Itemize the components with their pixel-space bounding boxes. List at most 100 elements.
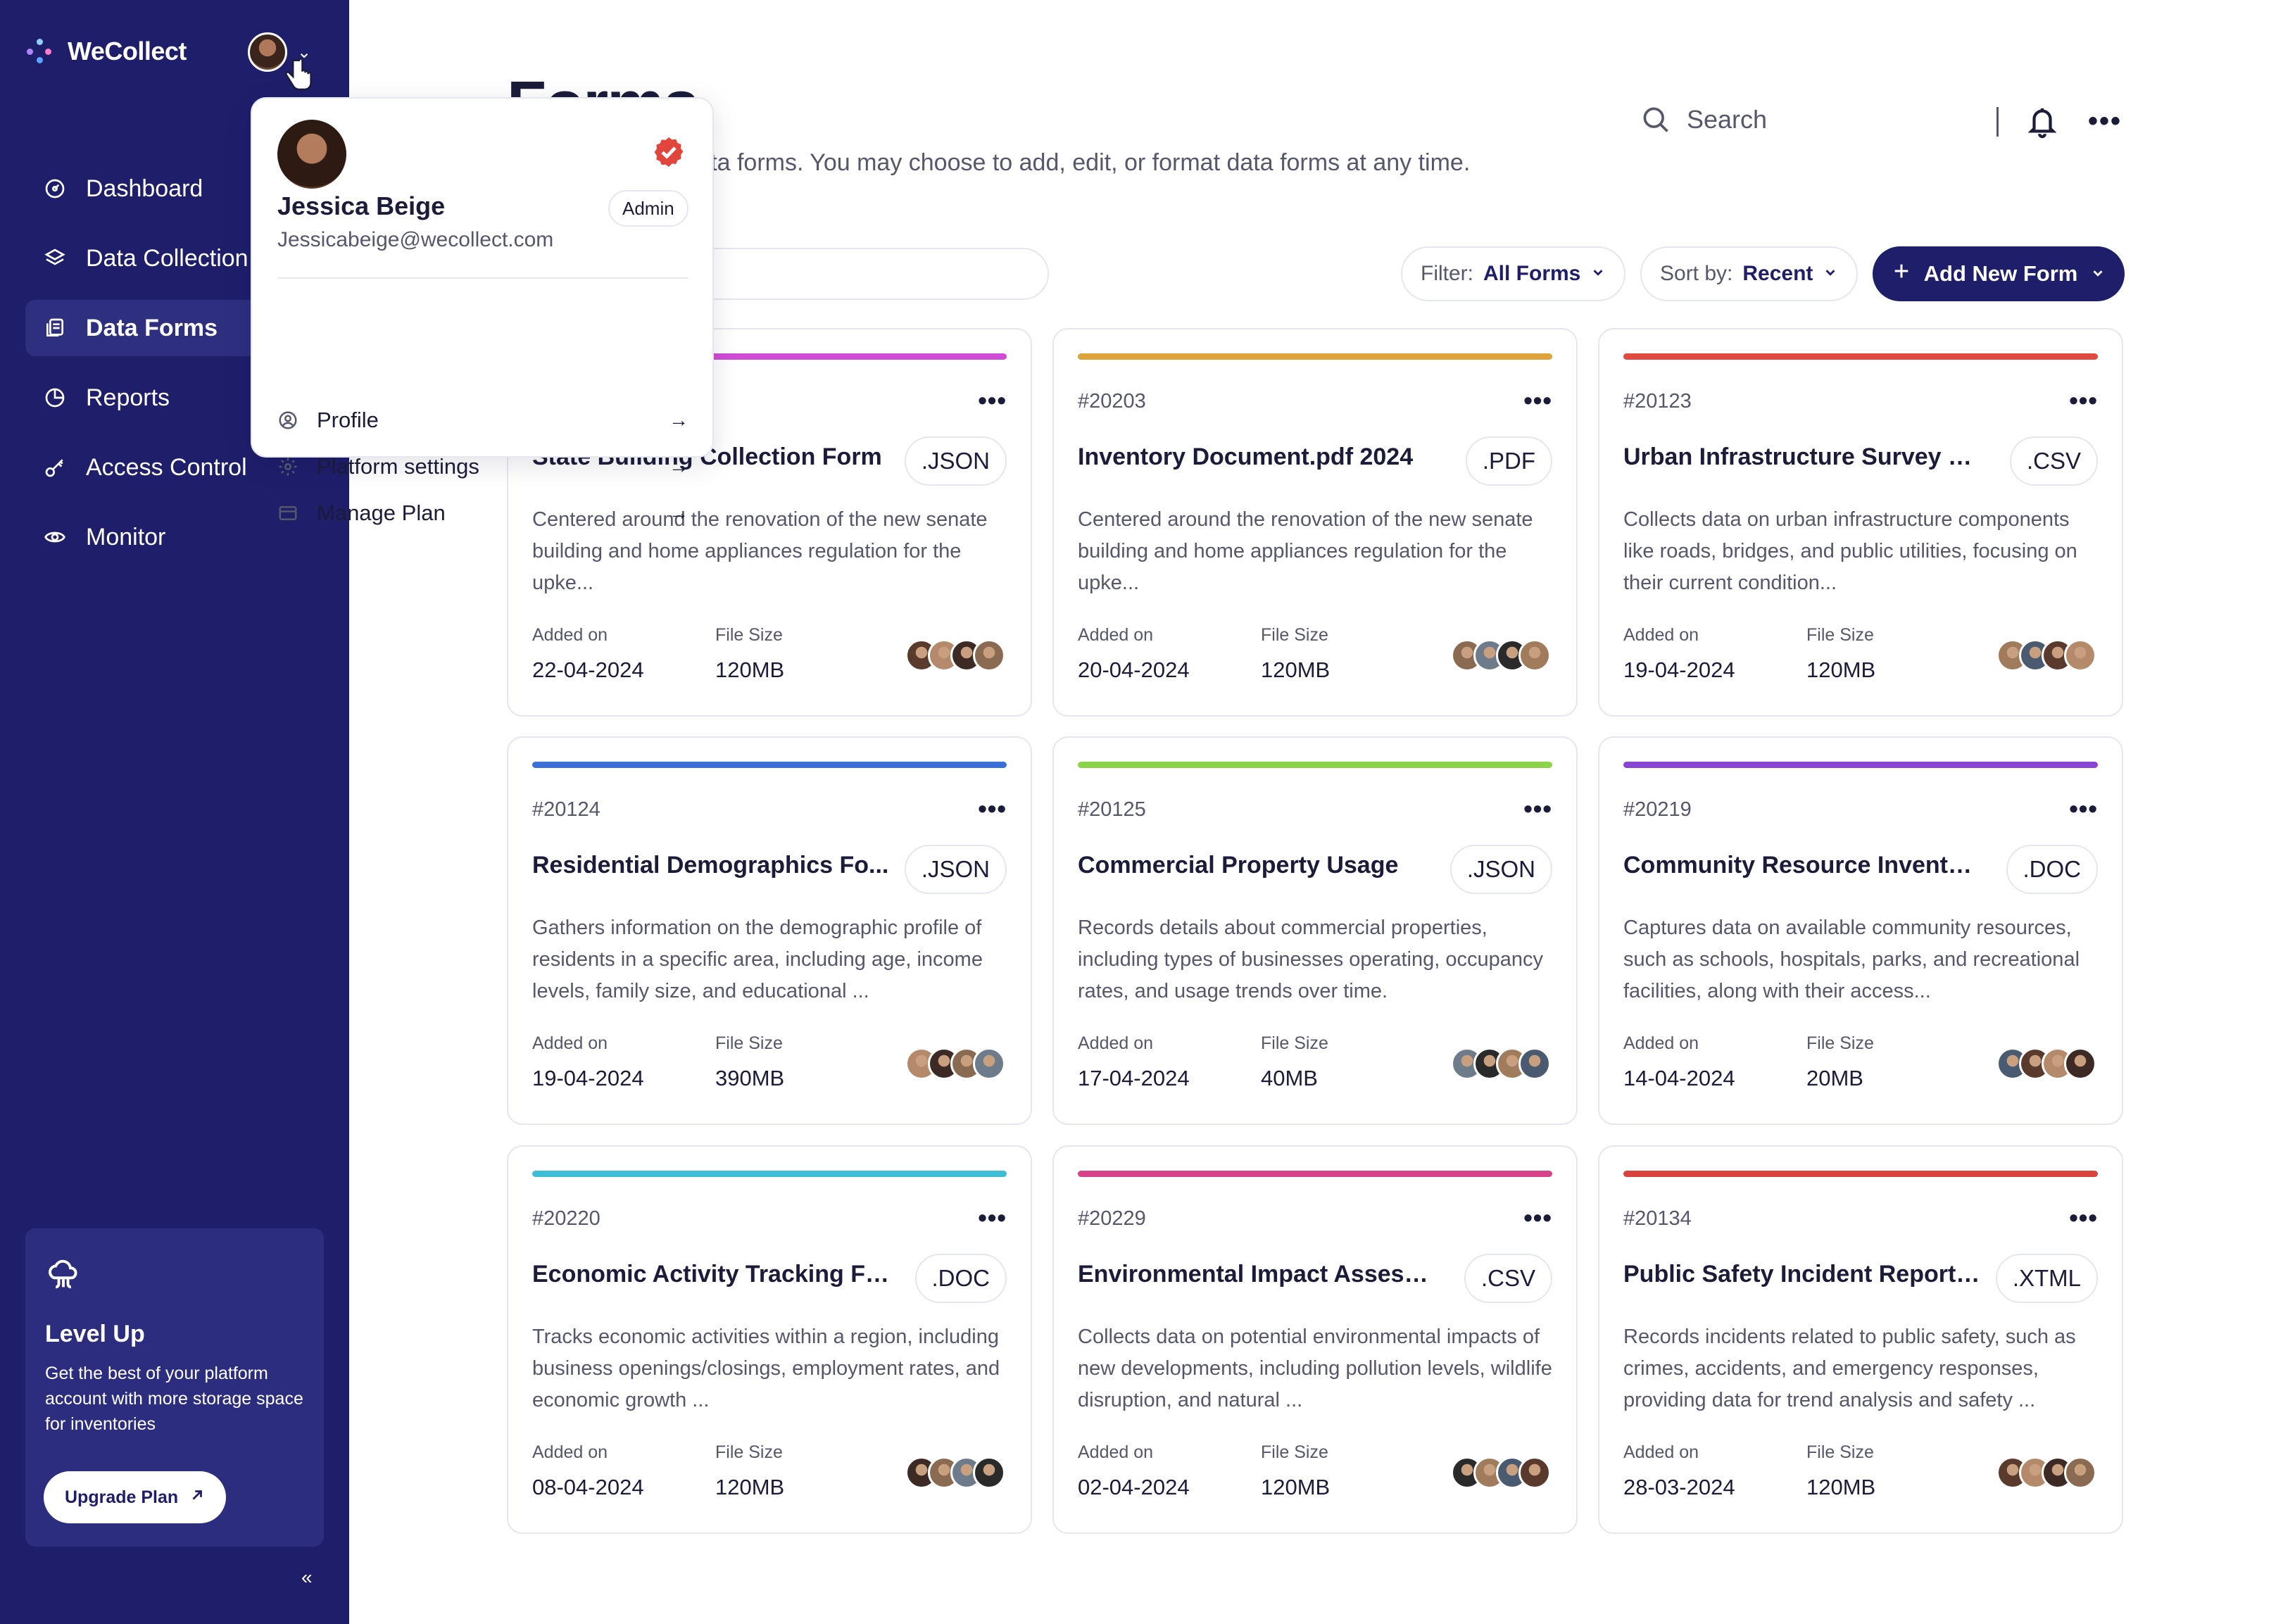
dropdown-divider <box>277 277 688 279</box>
plus-icon <box>1892 261 1911 287</box>
sort-value: Recent <box>1742 262 1813 285</box>
card-more-icon[interactable]: ••• <box>1523 1203 1552 1233</box>
file-size-value: 120MB <box>1806 1475 1876 1499</box>
level-up-title: Level Up <box>45 1321 145 1347</box>
form-card[interactable]: #20220 ••• Economic Activity Tracking Fo..… <box>507 1145 1032 1534</box>
added-on-value: 14-04-2024 <box>1623 1066 1735 1090</box>
added-on-value: 28-03-2024 <box>1623 1475 1735 1499</box>
file-size-label: File Size <box>1806 1442 1874 1462</box>
added-on-value: 19-04-2024 <box>1623 657 1735 682</box>
added-on-label: Added on <box>1623 1442 1699 1462</box>
card-description: Captures data on available community res… <box>1623 917 2080 1002</box>
form-card[interactable]: #20123 ••• Urban Infrastructure Survey Fo.… <box>1598 328 2123 717</box>
chevron-down-icon <box>1823 262 1838 286</box>
file-size-label: File Size <box>1806 625 1874 645</box>
card-color-bar <box>1623 762 2098 768</box>
card-id: #20124 <box>532 798 600 821</box>
collaborator-avatars[interactable] <box>1451 639 1551 676</box>
dashboard-icon <box>44 177 66 200</box>
arrow-up-right-icon <box>189 1487 205 1508</box>
avatar <box>1518 1456 1551 1489</box>
card-more-icon[interactable]: ••• <box>978 386 1007 415</box>
form-card[interactable]: #20219 ••• Community Resource Inventory .DO… <box>1598 736 2123 1125</box>
form-card[interactable]: #20134 ••• Public Safety Incident Report .… <box>1598 1145 2123 1534</box>
card-title: Environmental Impact Assessm... <box>1078 1261 1437 1288</box>
file-size-value: 120MB <box>1261 657 1331 682</box>
menu-item-label: Platform settings <box>317 454 479 479</box>
collaborator-avatars[interactable] <box>905 1456 1005 1493</box>
card-more-icon[interactable]: ••• <box>2069 794 2098 824</box>
menu-item-platform-settings[interactable]: Platform settings → <box>277 449 688 484</box>
upgrade-plan-button[interactable]: Upgrade Plan <box>44 1471 227 1523</box>
file-type-badge: .JSON <box>904 436 1007 486</box>
collaborator-avatars[interactable] <box>905 1047 1005 1084</box>
collaborator-avatars[interactable] <box>1996 1047 2096 1084</box>
profile-avatar <box>277 120 346 189</box>
menu-item-manage-plan[interactable]: Manage Plan → <box>277 496 688 531</box>
file-size-label: File Size <box>1261 1442 1328 1462</box>
filter-dropdown[interactable]: Filter: All Forms <box>1401 246 1626 301</box>
profile-name: Jessica Beige <box>277 191 446 220</box>
collaborator-avatars[interactable] <box>1451 1456 1551 1493</box>
avatar <box>1518 639 1551 672</box>
file-type-badge: .JSON <box>904 845 1007 894</box>
file-size-label: File Size <box>1261 625 1328 645</box>
added-on-label: Added on <box>532 1033 608 1053</box>
search-icon <box>1643 107 1668 132</box>
card-description: Records details about commercial propert… <box>1078 917 1543 1002</box>
card-more-icon[interactable]: ••• <box>978 794 1007 824</box>
card-color-bar <box>532 762 1007 768</box>
form-card[interactable]: #20203 ••• Inventory Document.pdf 2024 .PDF… <box>1052 328 1578 717</box>
cloud-icon <box>49 1259 77 1289</box>
card-color-bar <box>1623 1171 2098 1177</box>
filter-label: Filter: <box>1421 262 1473 285</box>
form-card[interactable]: #20125 ••• Commercial Property Usage .JSON R… <box>1052 736 1578 1125</box>
sort-dropdown[interactable]: Sort by: Recent <box>1640 246 1859 301</box>
brand-name: WeCollect <box>68 37 187 65</box>
menu-item-profile[interactable]: Profile → <box>277 403 688 438</box>
added-on-value: 22-04-2024 <box>532 657 644 682</box>
global-search[interactable]: Search <box>1640 104 1767 135</box>
card-more-icon[interactable]: ••• <box>2069 386 2098 415</box>
card-more-icon[interactable]: ••• <box>1523 386 1552 415</box>
sidebar-item-label: Reports <box>86 384 170 411</box>
pie-chart-icon <box>44 386 66 409</box>
file-size-label: File Size <box>1261 1033 1328 1053</box>
collaborator-avatars[interactable] <box>905 639 1005 676</box>
card-id: #20123 <box>1623 390 1692 413</box>
collaborator-avatars[interactable] <box>1996 1456 2096 1493</box>
more-options-icon[interactable]: ••• <box>2088 106 2122 137</box>
file-size-label: File Size <box>715 625 783 645</box>
card-id: #20220 <box>532 1207 600 1230</box>
card-title: Urban Infrastructure Survey Fo... <box>1623 443 1982 470</box>
form-card[interactable]: #20229 ••• Environmental Impact Assessm...… <box>1052 1145 1578 1534</box>
card-id: #20229 <box>1078 1207 1146 1230</box>
card-title: Residential Demographics Fo... <box>532 852 889 879</box>
card-id: #20219 <box>1623 798 1692 821</box>
brand[interactable]: WeCollect <box>27 37 187 66</box>
form-card[interactable]: #20124 ••• Residential Demographics Fo....… <box>507 736 1032 1125</box>
file-size-label: File Size <box>715 1442 783 1462</box>
added-on-label: Added on <box>532 625 608 645</box>
file-type-badge: .PDF <box>1465 436 1552 486</box>
level-up-text: Get the best of your platform account wi… <box>45 1364 303 1434</box>
card-description: Gathers information on the demographic p… <box>532 917 983 1002</box>
sidebar-item-label: Data Forms <box>86 314 218 341</box>
card-id: #20134 <box>1623 1207 1692 1230</box>
sort-label: Sort by: <box>1660 262 1733 285</box>
sidebar-item-label: Monitor <box>86 523 166 550</box>
card-description: Records incidents related to public safe… <box>1623 1326 2076 1411</box>
card-more-icon[interactable]: ••• <box>1523 794 1552 824</box>
collapse-sidebar-button[interactable]: « <box>301 1566 313 1589</box>
collaborator-avatars[interactable] <box>1996 639 2096 676</box>
user-dropdown-menu: Jessica Beige Admin Jessicabeige@wecolle… <box>251 97 714 525</box>
bell-icon[interactable] <box>2026 104 2058 139</box>
layers-icon <box>44 247 66 270</box>
card-description: Collects data on urban infrastructure co… <box>1623 508 2077 594</box>
card-more-icon[interactable]: ••• <box>978 1203 1007 1233</box>
add-new-form-button[interactable]: Add New Form <box>1873 246 2125 301</box>
brand-logo-icon <box>27 39 52 64</box>
card-color-bar <box>1078 762 1552 768</box>
collaborator-avatars[interactable] <box>1451 1047 1551 1084</box>
card-more-icon[interactable]: ••• <box>2069 1203 2098 1233</box>
